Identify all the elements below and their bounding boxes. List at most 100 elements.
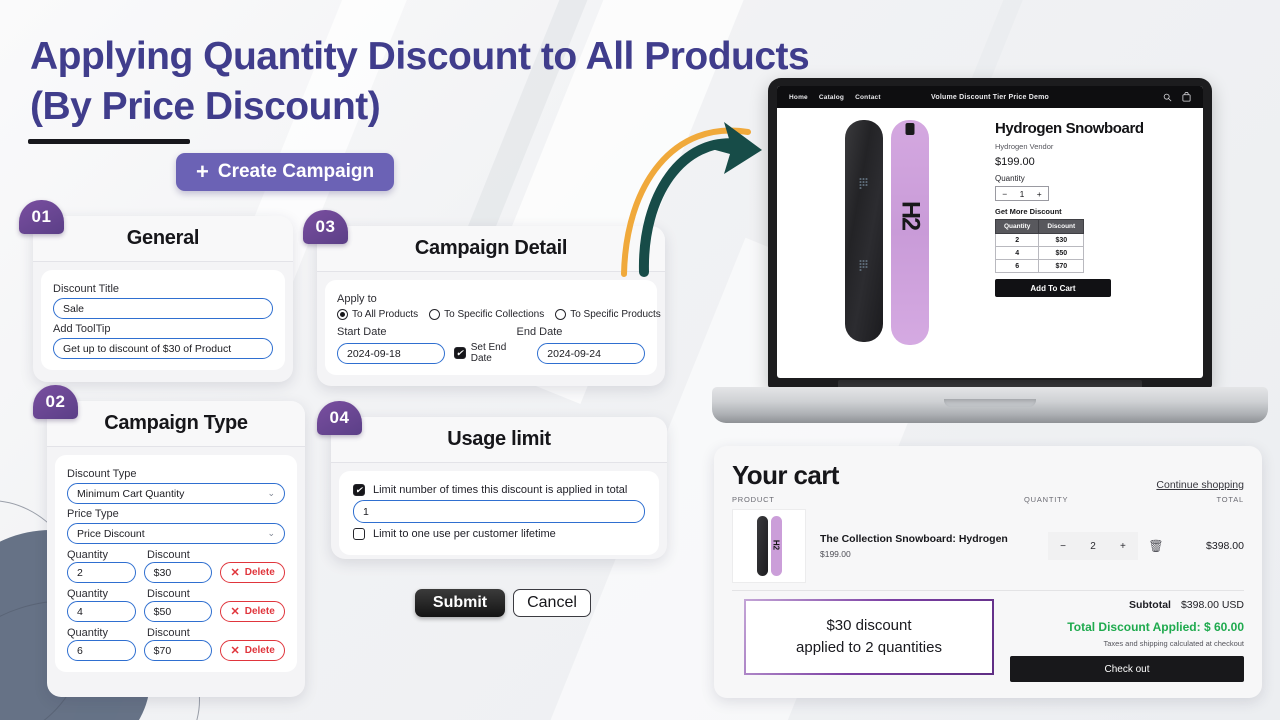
table-header-discount: Discount <box>1038 219 1085 235</box>
laptop-lid: Home Catalog Contact Volume Discount Tie… <box>768 78 1212 388</box>
thumb-purple-board: H2 <box>770 516 782 576</box>
tax-note: Taxes and shipping calculated at checkou… <box>1103 639 1244 648</box>
delete-label: Delete <box>244 606 275 617</box>
tier-discount-input[interactable]: $30 <box>143 562 213 583</box>
tier-discount-input[interactable]: $70 <box>143 640 213 661</box>
end-date-label: End Date <box>516 326 563 338</box>
product-image-dark-board[interactable] <box>845 120 883 342</box>
end-date-input[interactable]: 2024-09-24 <box>537 343 645 364</box>
delete-label: Delete <box>244 567 275 578</box>
card-usage-body: ✔ Limit number of times this discount is… <box>339 471 659 555</box>
cart-title: Your cart <box>732 460 839 490</box>
discount-type-select[interactable]: Minimum Cart Quantity ⌄ <box>67 483 285 504</box>
product-quantity-label: Quantity <box>995 174 1025 184</box>
card-detail-header: Campaign Detail <box>317 226 665 272</box>
callout-line1: $30 discount <box>826 617 912 635</box>
checkout-button[interactable]: Check out <box>1010 656 1244 682</box>
nav-link-catalog[interactable]: Catalog <box>819 94 844 101</box>
storefront-nav: Home Catalog Contact Volume Discount Tie… <box>777 86 1203 108</box>
close-icon: ✕ <box>230 567 240 579</box>
product-info: Hydrogen Snowboard Hydrogen Vendor $199.… <box>994 116 1193 346</box>
cart-line-item: H2 The Collection Snowboard: Hydrogen $1… <box>732 509 1244 583</box>
limit-total-input[interactable]: 1 <box>353 500 645 523</box>
table-row: 2 $30 <box>994 233 1085 248</box>
storefront-screen: Home Catalog Contact Volume Discount Tie… <box>777 86 1203 378</box>
tier-delete-button[interactable]: ✕ Delete <box>220 640 285 661</box>
product-image-purple-board[interactable]: H2 <box>891 120 929 345</box>
tier-labels: Quantity Discount <box>67 549 285 561</box>
card-general-body: Discount Title Sale Add ToolTip Get up t… <box>41 270 285 370</box>
nav-link-contact[interactable]: Contact <box>855 94 881 101</box>
quantity-label: Quantity <box>67 588 108 600</box>
card-usage-limit: 04 Usage limit ✔ Limit number of times t… <box>317 401 667 559</box>
cart-qty-increment[interactable]: + <box>1120 541 1126 552</box>
nav-link-home[interactable]: Home <box>789 94 808 101</box>
radio-label: To All Products <box>352 309 419 320</box>
discount-title-input[interactable]: Sale <box>53 298 273 319</box>
table-row: 4 $50 <box>994 246 1085 261</box>
cart-item-name[interactable]: The Collection Snowboard: Hydrogen <box>820 533 1048 545</box>
product-quantity-stepper[interactable]: − 1 + <box>995 186 1049 202</box>
radio-to-all-products[interactable]: To All Products <box>337 309 418 320</box>
tier-quantity-input[interactable]: 6 <box>67 640 136 661</box>
title-underline <box>28 139 190 144</box>
column-product: PRODUCT <box>732 495 775 504</box>
tier-labels: Quantity Discount <box>67 588 285 600</box>
column-total: TOTAL <box>1216 495 1244 504</box>
create-campaign-label: Create Campaign <box>217 161 375 182</box>
discount-callout: $30 discount applied to 2 quantities <box>744 599 994 675</box>
cancel-button[interactable]: Cancel <box>513 589 591 617</box>
cart-item-thumbnail[interactable]: H2 <box>732 509 806 583</box>
radio-to-specific-products[interactable]: To Specific Products <box>555 309 661 320</box>
storefront-title: Volume Discount Tier Price Demo <box>931 93 1049 101</box>
set-end-date-checkbox[interactable]: ✔ Set End Date <box>453 342 529 364</box>
cart-panel: Your cart Continue shopping PRODUCT QUAN… <box>714 446 1262 698</box>
start-date-input[interactable]: 2024-09-18 <box>337 343 445 364</box>
price-type-select[interactable]: Price Discount ⌄ <box>67 523 285 544</box>
cart-qty-decrement[interactable]: − <box>1060 541 1066 552</box>
close-icon: ✕ <box>230 645 240 657</box>
create-campaign-button[interactable]: + Create Campaign <box>176 153 395 191</box>
tier-delete-button[interactable]: ✕ Delete <box>220 562 285 583</box>
card-usage-header: Usage limit <box>331 417 667 463</box>
quantity-increment[interactable]: + <box>1037 189 1042 199</box>
radio-to-specific-collections[interactable]: To Specific Collections <box>429 309 544 320</box>
tier-delete-button[interactable]: ✕ Delete <box>220 601 285 622</box>
product-detail-page: H2 Hydrogen Snowboard Hydrogen Vendor $1… <box>777 108 1203 346</box>
add-to-cart-button[interactable]: Add To Cart <box>995 279 1111 298</box>
tier-quantity-input[interactable]: 4 <box>67 601 136 622</box>
card-usage-title: Usage limit <box>447 428 551 450</box>
limit-total-checkbox[interactable]: ✔ Limit number of times this discount is… <box>353 484 645 496</box>
tier-row: 6 $70 ✕ Delete <box>67 640 285 661</box>
trash-icon[interactable]: 🗑 <box>1138 539 1174 553</box>
card-general-header: General <box>33 216 293 262</box>
card-general: 01 General Discount Title Sale Add ToolT… <box>19 200 293 382</box>
laptop-mockup: Home Catalog Contact Volume Discount Tie… <box>712 78 1268 423</box>
discount-type-label: Discount Type <box>67 468 137 480</box>
search-icon[interactable] <box>1163 93 1172 102</box>
table-cell-quantity: 2 <box>994 233 1040 248</box>
card-general-title: General <box>126 227 200 249</box>
card-type-body: Discount Type Minimum Cart Quantity ⌄ Pr… <box>55 455 297 672</box>
tier-row: 4 $50 ✕ Delete <box>67 601 285 622</box>
apply-to-radio-group: To All Products To Specific Collections … <box>337 309 661 320</box>
product-title: Hydrogen Snowboard <box>995 120 1144 137</box>
tier-row: 2 $30 ✕ Delete <box>67 562 285 583</box>
submit-button[interactable]: Submit <box>415 589 505 617</box>
cart-item-price: $199.00 <box>820 549 851 559</box>
radio-icon <box>555 309 567 320</box>
tier-quantity-input[interactable]: 2 <box>67 562 136 583</box>
more-discount-label: Get More Discount <box>995 207 1062 217</box>
continue-shopping-link[interactable]: Continue shopping <box>1156 479 1244 491</box>
delete-label: Delete <box>244 645 275 656</box>
bag-icon[interactable] <box>1182 92 1191 102</box>
limit-customer-checkbox[interactable]: Limit to one use per customer lifetime <box>353 528 645 540</box>
limit-customer-label: Limit to one use per customer lifetime <box>373 528 556 540</box>
quantity-decrement[interactable]: − <box>1002 189 1007 199</box>
column-quantity: QUANTITY <box>1024 495 1069 504</box>
cart-quantity-stepper[interactable]: − 2 + <box>1048 532 1138 560</box>
tier-discount-input[interactable]: $50 <box>143 601 213 622</box>
chevron-down-icon: ⌄ <box>267 488 275 498</box>
tooltip-input[interactable]: Get up to discount of $30 of Product <box>53 338 273 359</box>
board-glyph: H2 <box>896 200 925 229</box>
